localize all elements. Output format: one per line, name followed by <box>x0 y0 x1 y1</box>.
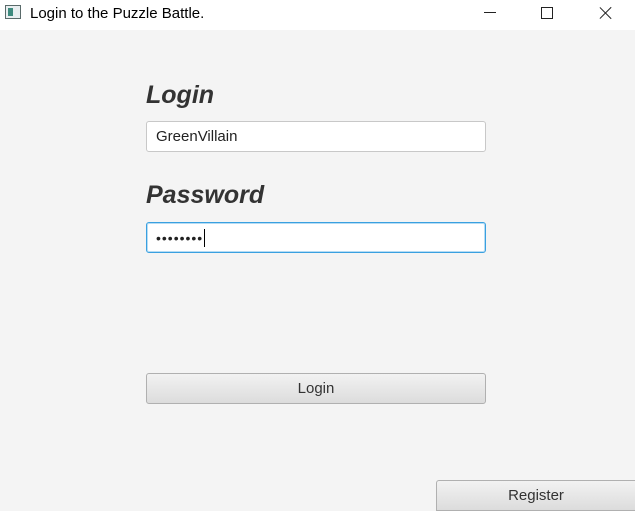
maximize-icon <box>541 7 553 19</box>
maximize-button[interactable] <box>524 0 570 30</box>
login-button[interactable]: Login <box>146 373 486 404</box>
app-window-icon <box>5 5 21 19</box>
window-title: Login to the Puzzle Battle. <box>30 5 205 22</box>
close-icon <box>599 6 613 20</box>
username-value: GreenVillain <box>156 128 238 145</box>
password-input[interactable]: •••••••• <box>146 222 486 253</box>
text-caret <box>204 228 206 247</box>
login-label: Login <box>146 81 215 109</box>
minimize-icon <box>484 11 496 13</box>
title-bar: Login to the Puzzle Battle. <box>0 0 635 30</box>
register-button[interactable]: Register <box>436 480 635 511</box>
username-input[interactable]: GreenVillain <box>146 121 486 152</box>
minimize-button[interactable] <box>467 0 513 30</box>
close-button[interactable] <box>583 0 629 30</box>
password-value: •••••••• <box>156 229 204 246</box>
password-label: Password <box>146 181 265 209</box>
